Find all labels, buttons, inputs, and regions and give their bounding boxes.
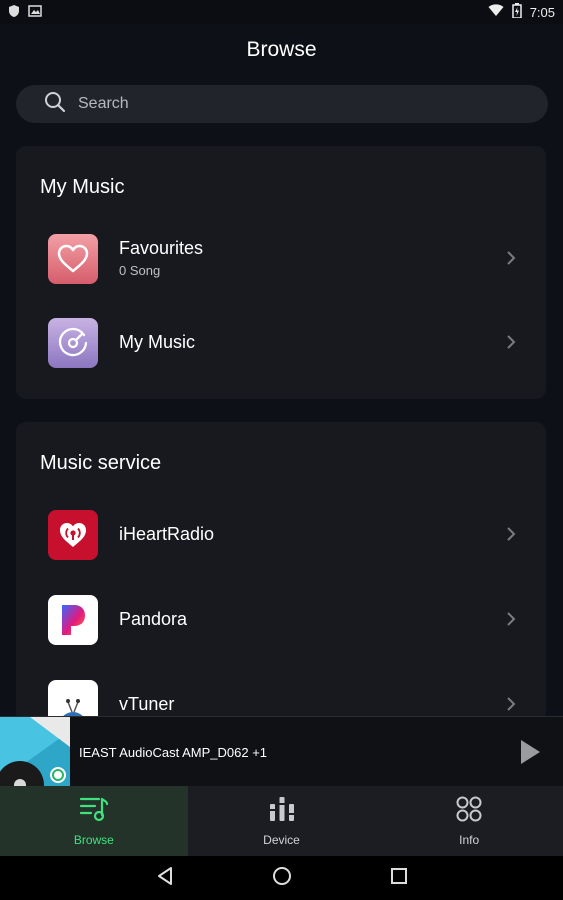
- pandora-title: Pandora: [119, 609, 188, 629]
- image-notification-icon: [28, 4, 42, 20]
- my-music-title: My Music: [119, 332, 195, 352]
- browse-music-icon: [79, 795, 109, 828]
- music-service-section-title: Music service: [40, 452, 162, 474]
- my-music-item[interactable]: My Music: [16, 308, 546, 378]
- iheartradio-title: iHeartRadio: [119, 524, 215, 544]
- tab-browse[interactable]: Browse: [0, 786, 188, 856]
- search-placeholder: Search: [78, 95, 129, 112]
- tab-info-label: Info: [459, 833, 480, 847]
- tab-device-label: Device: [263, 833, 300, 847]
- chevron-right-icon: [506, 250, 516, 271]
- pandora-logo-icon: [48, 595, 98, 645]
- my-music-card: My Music Favourites 0 Song My Music: [16, 146, 546, 399]
- favourites-item[interactable]: Favourites 0 Song: [16, 224, 546, 294]
- favourites-count: 0 Song: [119, 263, 161, 278]
- pandora-item[interactable]: Pandora: [16, 585, 546, 655]
- chevron-right-icon: [506, 334, 516, 355]
- album-art: [0, 717, 70, 787]
- system-navigation-bar: [0, 856, 563, 900]
- chevron-right-icon: [506, 696, 516, 717]
- now-playing-bar[interactable]: IEAST AudioCast AMP_D062 +1: [0, 716, 563, 787]
- chevron-right-icon: [506, 611, 516, 632]
- my-music-section-title: My Music: [40, 176, 125, 198]
- device-name: IEAST AudioCast AMP_D062 +1: [79, 745, 268, 760]
- vtuner-title: vTuner: [119, 694, 175, 714]
- device-equalizer-icon: [268, 795, 296, 828]
- home-icon[interactable]: [272, 866, 292, 891]
- page-title: Browse: [246, 38, 317, 61]
- tab-info[interactable]: Info: [375, 786, 563, 856]
- music-disc-icon: [48, 318, 98, 368]
- search-input[interactable]: Search: [16, 85, 548, 123]
- info-grid-icon: [455, 795, 483, 828]
- tab-browse-label: Browse: [73, 833, 114, 847]
- recents-icon[interactable]: [390, 867, 408, 890]
- tab-device[interactable]: Device: [188, 786, 376, 856]
- heart-icon: [48, 234, 98, 284]
- shield-notification-icon: [8, 4, 20, 21]
- iheartradio-item[interactable]: iHeartRadio: [16, 500, 546, 570]
- music-service-card: Music service iHeartRadio Pandora vTuner: [16, 422, 546, 730]
- chevron-right-icon: [506, 526, 516, 547]
- bottom-tab-bar: Browse Device Info: [0, 786, 563, 856]
- play-button[interactable]: [519, 739, 541, 770]
- battery-icon: [511, 3, 522, 21]
- search-icon: [44, 91, 66, 118]
- status-bar: 7:05: [0, 0, 563, 24]
- back-icon[interactable]: [156, 866, 174, 891]
- iheartradio-logo-icon: [48, 510, 98, 560]
- favourites-title: Favourites: [119, 238, 204, 258]
- status-time: 7:05: [529, 4, 555, 20]
- wifi-icon: [488, 4, 504, 20]
